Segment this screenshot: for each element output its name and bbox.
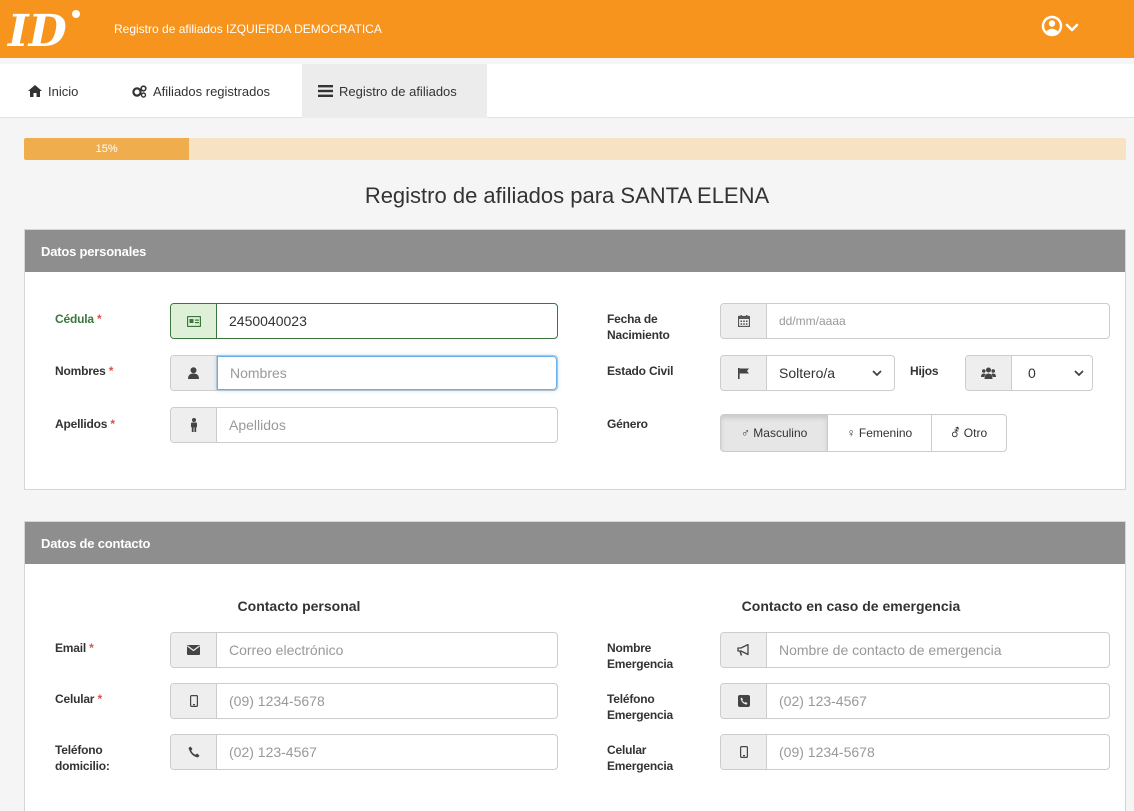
celular-field [170, 683, 558, 719]
top-bar: ID Registro de afiliados IZQUIERDA DEMOC… [0, 0, 1134, 58]
progress-bar: 15% [24, 138, 1126, 160]
celular-label: Celular * [55, 692, 102, 706]
users-icon [966, 356, 1012, 390]
panel-heading: Datos de contacto [25, 522, 1125, 564]
fecha-nacimiento-input[interactable] [767, 304, 1109, 338]
genero-femenino-button[interactable]: ♀ Femenino [828, 415, 932, 451]
chevron-down-icon [1074, 369, 1084, 376]
user-circle-icon [1041, 15, 1079, 37]
nombre-emergencia-field [720, 632, 1110, 668]
hijos-value: 0 [1028, 365, 1036, 381]
celular-emergencia-label: Celular Emergencia [607, 743, 674, 773]
nombre-emergencia-input[interactable] [767, 633, 1109, 667]
app-title: Registro de afiliados IZQUIERDA DEMOCRAT… [114, 22, 382, 36]
apellidos-field [170, 407, 558, 443]
telefono-emergencia-label: Teléfono Emergencia [607, 692, 674, 722]
cedula-field [170, 303, 558, 339]
telefono-domicilio-field [170, 734, 558, 770]
list-icon [318, 85, 333, 97]
mobile-icon [721, 735, 767, 769]
flag-icon [721, 356, 767, 390]
genero-masculino-button[interactable]: ♂ Masculino [721, 415, 829, 451]
contacto-emergencia-heading: Contacto en caso de emergencia [741, 598, 961, 614]
genero-button-group: ♂ Masculino ♀ Femenino ⚦ Otro [720, 414, 1007, 452]
page-title: Registro de afiliados para SANTA ELENA [364, 183, 770, 208]
genero-otro-button[interactable]: ⚦ Otro [932, 415, 1006, 451]
nombres-label: Nombres * [55, 364, 114, 378]
bullhorn-icon [721, 633, 767, 667]
envelope-icon [171, 633, 217, 667]
nav-item-afiliados-registrados[interactable]: Afiliados registrados [132, 64, 270, 118]
celular-input[interactable] [217, 684, 557, 718]
logo: ID [6, 6, 80, 54]
nombre-emergencia-label: Nombre Emergencia [607, 641, 674, 671]
nav-item-registro-afiliados[interactable]: Registro de afiliados [302, 64, 487, 118]
phone-square-icon [721, 684, 767, 718]
cedula-input[interactable] [217, 304, 557, 338]
nombres-input[interactable] [218, 365, 556, 381]
mobile-icon [171, 684, 217, 718]
fecha-nacimiento-field [720, 303, 1110, 339]
nav-item-inicio[interactable]: Inicio [28, 64, 78, 118]
cogs-icon [132, 84, 147, 98]
estado-civil-value: Soltero/a [779, 365, 836, 381]
email-field [170, 632, 558, 668]
celular-emergencia-field [720, 734, 1110, 770]
email-input[interactable] [217, 633, 557, 667]
nav-label: Inicio [48, 83, 79, 99]
telefono-emergencia-input[interactable] [767, 684, 1109, 718]
contacto-personal-heading: Contacto personal [237, 598, 361, 614]
genero-label: Género [607, 417, 648, 431]
calendar-icon [721, 304, 767, 338]
telefono-domicilio-label: Teléfono domicilio: [55, 743, 110, 773]
progress-label: 15% [95, 143, 118, 155]
user-menu[interactable] [1040, 14, 1090, 42]
svg-text:ID: ID [6, 6, 67, 54]
user-icon [171, 356, 217, 390]
celular-emergencia-input[interactable] [767, 735, 1109, 769]
nav-label: Registro de afiliados [339, 83, 457, 99]
chevron-down-icon [872, 369, 882, 376]
person-icon [171, 408, 217, 442]
email-label: Email * [55, 641, 94, 655]
nav-bar: Inicio Afiliados registrados Registro de… [0, 64, 1134, 118]
progress-fill: 15% [24, 138, 190, 160]
hijos-select[interactable]: 0 [965, 355, 1093, 391]
fecha-nacimiento-label: Fecha de Nacimiento [607, 312, 670, 342]
estado-civil-select[interactable]: Soltero/a [720, 355, 895, 391]
cedula-label: Cédula * [55, 312, 102, 326]
id-card-icon [171, 304, 217, 338]
estado-civil-label: Estado Civil [607, 364, 674, 378]
phone-icon [171, 735, 217, 769]
panel-heading: Datos personales [25, 230, 1125, 272]
apellidos-input[interactable] [217, 408, 557, 442]
telefono-domicilio-input[interactable] [217, 735, 557, 769]
nombres-field [170, 355, 558, 391]
nav-label: Afiliados registrados [153, 83, 271, 99]
telefono-emergencia-field [720, 683, 1110, 719]
hijos-label: Hijos [910, 364, 939, 378]
home-icon [28, 85, 42, 97]
apellidos-label: Apellidos * [55, 417, 115, 431]
